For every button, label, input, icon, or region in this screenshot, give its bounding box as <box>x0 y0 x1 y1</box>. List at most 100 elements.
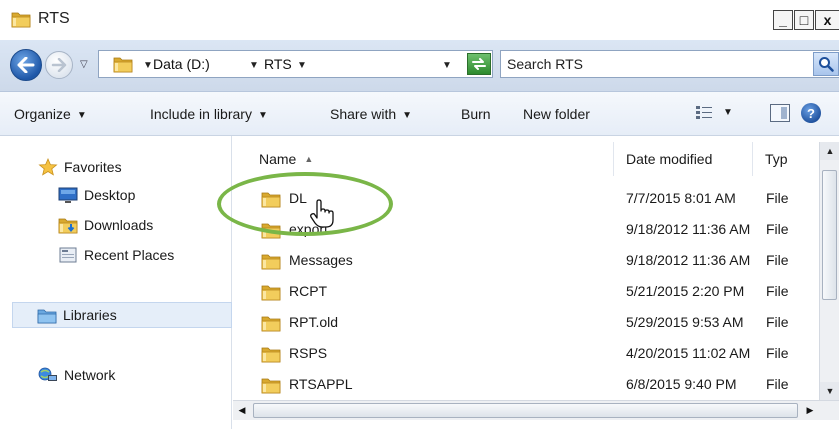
forward-button[interactable] <box>45 51 73 79</box>
address-bar-area: ▽ ▼ Data (D:) ▼ RTS ▼ ▼ <box>0 40 839 92</box>
file-list: Name ▲ Date modified Typ DL 7/7/2015 8:0… <box>233 136 839 429</box>
share-with-menu[interactable]: Share with ▼ <box>330 106 412 122</box>
help-icon[interactable]: ? <box>801 103 821 123</box>
close-button[interactable]: x <box>815 10 839 30</box>
scroll-up-icon[interactable]: ▲ <box>820 142 839 160</box>
libraries-icon <box>37 309 57 324</box>
back-button[interactable] <box>10 49 42 81</box>
breadcrumb-data-drive[interactable]: Data (D:) <box>153 56 210 72</box>
folder-icon <box>261 347 281 363</box>
scroll-right-icon[interactable]: ▶ <box>801 401 819 420</box>
desktop-icon <box>58 187 78 203</box>
breadcrumb-separator-icon[interactable]: ▼ <box>249 60 259 71</box>
nav-item-label: Recent Places <box>84 247 175 263</box>
nav-item-label: Favorites <box>64 159 122 175</box>
burn-button[interactable]: Burn <box>461 106 491 122</box>
column-header-type[interactable]: Typ <box>753 142 813 176</box>
column-header-name[interactable]: Name ▲ <box>233 142 614 176</box>
search-box <box>500 50 839 78</box>
nav-item-recent-places[interactable]: Recent Places <box>58 244 174 266</box>
file-row[interactable]: Messages 9/18/2012 11:36 AM File <box>233 246 813 276</box>
refresh-button[interactable] <box>467 53 491 75</box>
breadcrumb-rts[interactable]: RTS <box>264 56 292 72</box>
include-in-library-label: Include in library <box>150 106 252 122</box>
file-type: File <box>766 221 789 237</box>
search-button[interactable] <box>813 52 839 76</box>
new-folder-button[interactable]: New folder <box>523 106 590 122</box>
file-row[interactable]: RCPT 5/21/2015 2:20 PM File <box>233 277 813 307</box>
maximize-button[interactable]: □ <box>794 10 814 30</box>
file-type: File <box>766 376 789 392</box>
vertical-scrollbar[interactable]: ▲ ▼ <box>819 142 839 400</box>
folder-icon <box>113 57 133 73</box>
file-name: export <box>289 221 328 237</box>
views-dropdown[interactable]: ▼ <box>723 107 733 118</box>
chevron-down-icon: ▼ <box>402 110 413 121</box>
nav-item-label: Desktop <box>84 187 136 203</box>
vertical-scroll-thumb[interactable] <box>822 170 837 300</box>
forward-arrow-icon <box>51 58 67 72</box>
horizontal-scrollbar[interactable]: ◀ ▶ <box>233 400 839 420</box>
refresh-icon <box>472 58 486 70</box>
file-type: File <box>766 314 789 330</box>
nav-item-desktop[interactable]: Desktop <box>58 184 135 206</box>
recent-places-icon <box>59 247 77 263</box>
chevron-down-icon: ▼ <box>257 110 268 121</box>
minimize-button[interactable]: _ <box>773 10 793 30</box>
folder-icon <box>11 12 31 28</box>
file-date: 6/8/2015 9:40 PM <box>626 376 737 392</box>
file-name: DL <box>289 190 307 206</box>
organize-label: Organize <box>14 106 71 122</box>
views-icon[interactable] <box>695 105 713 121</box>
folder-icon <box>261 285 281 301</box>
address-history-dropdown[interactable]: ▼ <box>442 60 452 71</box>
folder-icon <box>261 223 281 239</box>
file-name: Messages <box>289 252 353 268</box>
breadcrumb-separator-icon[interactable]: ▼ <box>297 60 307 71</box>
file-row[interactable]: RTSAPPL 6/8/2015 9:40 PM File <box>233 370 813 400</box>
scroll-down-icon[interactable]: ▼ <box>820 382 839 400</box>
file-row[interactable]: export 9/18/2012 11:36 AM File <box>233 215 813 245</box>
breadcrumb-separator-icon[interactable]: ▼ <box>143 60 153 71</box>
file-row[interactable]: DL 7/7/2015 8:01 AM File <box>233 184 813 214</box>
file-date: 7/7/2015 8:01 AM <box>626 190 736 206</box>
title-bar: RTS _ □ x <box>0 0 839 40</box>
nav-item-label: Network <box>64 367 116 383</box>
organize-menu[interactable]: Organize ▼ <box>14 106 87 122</box>
sort-ascending-icon: ▲ <box>304 154 314 164</box>
file-name: RCPT <box>289 283 328 299</box>
file-date: 9/18/2012 11:36 AM <box>626 252 751 268</box>
file-date: 5/29/2015 9:53 AM <box>626 314 744 330</box>
horizontal-scroll-thumb[interactable] <box>253 403 798 418</box>
folder-icon <box>261 254 281 270</box>
search-icon <box>819 57 834 72</box>
scroll-left-icon[interactable]: ◀ <box>233 401 251 420</box>
include-in-library-menu[interactable]: Include in library ▼ <box>150 106 268 122</box>
file-type: File <box>766 345 789 361</box>
file-date: 4/20/2015 11:02 AM <box>626 345 751 361</box>
nav-item-downloads[interactable]: Downloads <box>58 214 153 236</box>
file-date: 9/18/2012 11:36 AM <box>626 221 751 237</box>
file-name: RSPS <box>289 345 328 361</box>
downloads-folder-icon <box>58 218 78 234</box>
file-name: RPT.old <box>289 314 339 330</box>
preview-pane-icon[interactable] <box>770 104 790 122</box>
folder-icon <box>261 192 281 208</box>
address-box[interactable]: ▼ Data (D:) ▼ RTS ▼ ▼ <box>98 50 493 78</box>
file-row[interactable]: RSPS 4/20/2015 11:02 AM File <box>233 339 813 369</box>
nav-item-libraries[interactable]: Libraries <box>12 302 232 328</box>
file-row[interactable]: RPT.old 5/29/2015 9:53 AM File <box>233 308 813 338</box>
nav-item-label: Libraries <box>63 307 117 323</box>
nav-item-network[interactable]: Network <box>38 364 115 386</box>
search-input[interactable] <box>507 54 807 74</box>
file-name: RTSAPPL <box>289 376 353 392</box>
navigation-pane: Favorites Desktop Downloads Recent Place… <box>0 136 232 429</box>
nav-item-label: Downloads <box>84 217 154 233</box>
star-icon <box>38 158 58 176</box>
window-title: RTS <box>38 10 70 27</box>
column-header-name-label: Name <box>259 151 297 167</box>
nav-item-favorites[interactable]: Favorites <box>38 156 122 178</box>
column-header-date-modified[interactable]: Date modified <box>614 142 753 176</box>
folder-icon <box>261 316 281 332</box>
recent-pages-dropdown[interactable]: ▽ <box>80 59 88 70</box>
